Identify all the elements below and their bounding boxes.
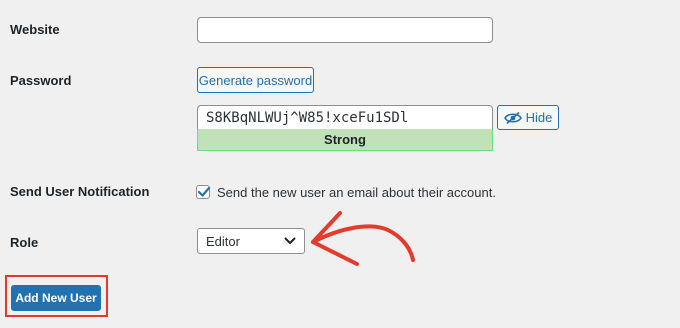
add-new-user-label: Add New User: [15, 291, 97, 305]
website-input[interactable]: [197, 17, 493, 43]
role-select[interactable]: Editor: [197, 228, 305, 254]
hide-label: Hide: [525, 110, 553, 125]
notification-checkbox[interactable]: [196, 185, 211, 199]
annotation-arrow-icon: [311, 211, 415, 266]
notification-label: Send User Notification: [10, 184, 150, 199]
chevron-down-icon: [284, 237, 296, 245]
website-label: Website: [10, 22, 60, 37]
hide-password-button[interactable]: Hide: [497, 105, 559, 130]
generate-password-button[interactable]: Generate password: [197, 67, 314, 93]
notification-text: Send the new user an email about their a…: [217, 185, 496, 200]
password-strength-indicator: Strong: [197, 129, 493, 151]
password-value: S8KBqNLWUj^W85!xceFu1SDl: [206, 109, 409, 126]
role-selected-value: Editor: [206, 233, 240, 249]
checkmark-icon: [197, 186, 211, 197]
eye-slash-icon: [503, 111, 522, 125]
role-label: Role: [10, 235, 39, 250]
password-label: Password: [10, 73, 72, 88]
password-strength-text: Strong: [324, 132, 366, 147]
generate-password-label: Generate password: [198, 72, 313, 88]
add-new-user-button[interactable]: Add New User: [11, 285, 101, 311]
password-input[interactable]: S8KBqNLWUj^W85!xceFu1SDl: [197, 105, 493, 130]
